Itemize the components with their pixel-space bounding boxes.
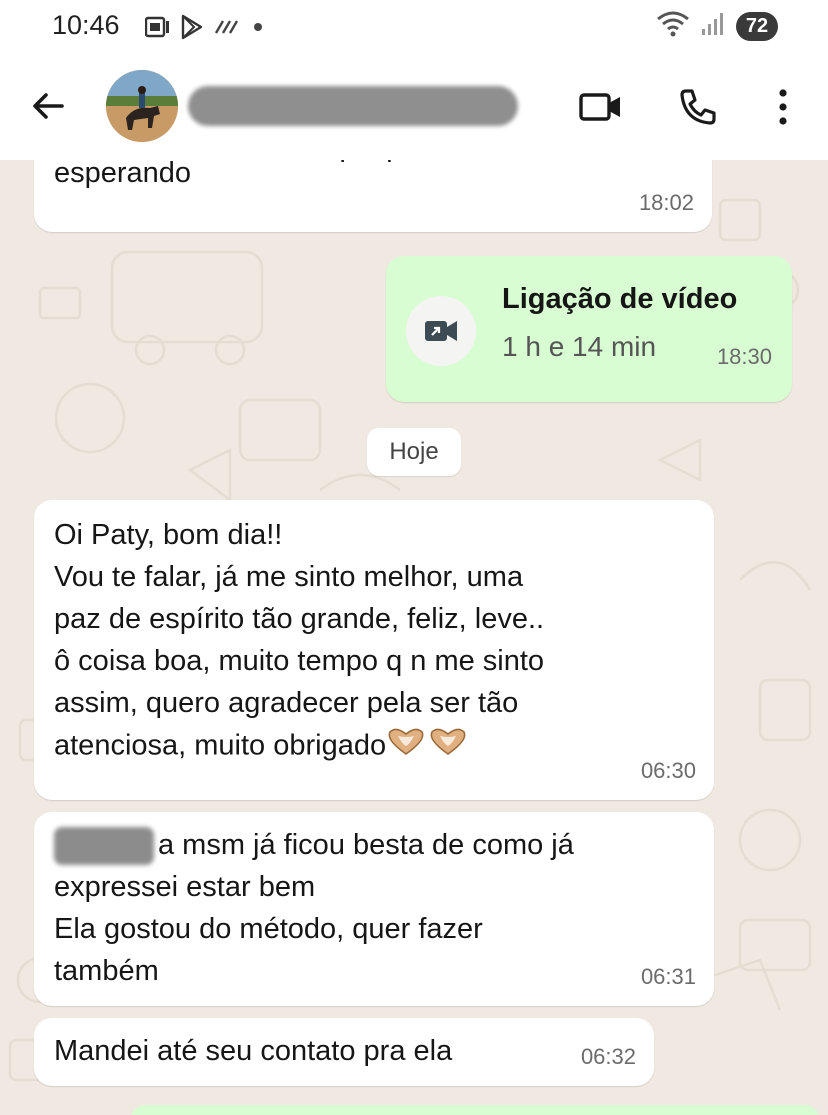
status-time: 10:46 <box>52 10 120 40</box>
wifi-icon <box>656 10 690 43</box>
date-separator: Hoje <box>367 428 461 476</box>
chat-area[interactable]: eu estou no local to aqui quietinho espe… <box>0 160 828 1115</box>
heart-hands-emoji <box>386 724 470 770</box>
dot-icon <box>251 20 265 39</box>
message-body: Oi Paty, bom dia!! Vou te falar, já me s… <box>54 514 544 770</box>
play-store-icon <box>179 14 205 45</box>
video-camera-icon <box>579 93 620 121</box>
message-text: esperando <box>54 160 192 189</box>
status-bar: 10:46 72 <box>0 0 828 52</box>
message-text: expressei estar bem Ela gostou do método… <box>54 871 483 987</box>
redacted-name <box>54 827 154 866</box>
video-call-record[interactable]: Ligação de vídeo 1 h e 14 min 18:30 <box>386 256 792 402</box>
phone-icon <box>680 89 716 125</box>
message-incoming[interactable]: eu estou no local to aqui quietinho espe… <box>34 160 712 232</box>
status-right: 72 <box>656 10 778 43</box>
message-body: a msm já ficou besta de como já expresse… <box>54 824 574 992</box>
video-call-icon <box>406 296 476 366</box>
message-time: 18:02 <box>638 190 694 215</box>
message-text: Oi Paty, bom dia!! Vou te falar, já me s… <box>54 519 545 762</box>
message-text: Mandei até seu contato pra ela <box>54 1035 453 1067</box>
arrow-left-icon <box>33 93 64 119</box>
call-title: Ligação de vídeo <box>502 283 738 315</box>
gallery-icon <box>144 15 171 44</box>
chat-header <box>0 52 828 160</box>
call-duration: 1 h e 14 min <box>502 331 657 362</box>
message-incoming[interactable]: Oi Paty, bom dia!! Vou te falar, já me s… <box>34 500 714 800</box>
message-incoming[interactable]: a msm já ficou besta de como já expresse… <box>34 812 714 1006</box>
signal-icon <box>700 11 726 42</box>
message-time: 06:30 <box>640 758 696 783</box>
message-time: 06:31 <box>640 964 696 989</box>
more-options-button[interactable] <box>760 84 806 130</box>
message-first-line: a msm já ficou besta de como já <box>158 829 574 861</box>
voice-call-button[interactable] <box>674 84 720 130</box>
next-outgoing-bubble-edge <box>130 1105 820 1115</box>
wifi-calling-icon <box>213 17 243 42</box>
contact-avatar[interactable] <box>106 70 178 142</box>
battery-indicator: 72 <box>736 12 778 41</box>
video-call-button[interactable] <box>578 84 624 130</box>
back-button[interactable] <box>28 86 68 126</box>
contact-name-redacted[interactable] <box>188 86 518 126</box>
notification-icons <box>144 14 265 45</box>
more-vertical-icon <box>779 89 787 125</box>
message-time: 06:32 <box>580 1044 636 1069</box>
message-incoming[interactable]: Mandei até seu contato pra ela 06:32 <box>34 1018 654 1086</box>
message-time: 18:30 <box>716 344 772 369</box>
